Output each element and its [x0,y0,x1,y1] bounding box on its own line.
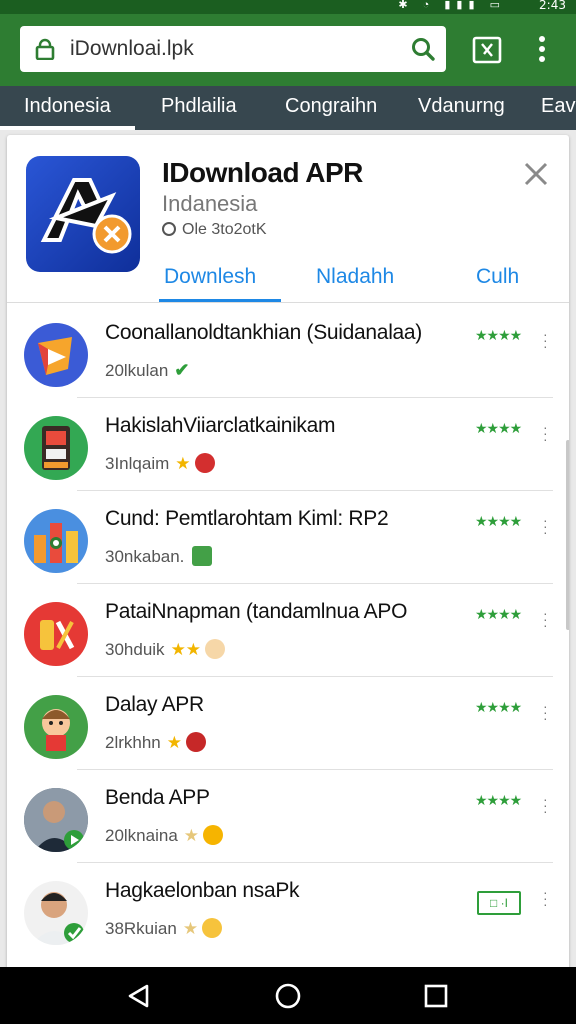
list-item-title: Cund: Pemtlarohtam Kiml: RP2 [105,507,389,530]
tab-vdanurng[interactable]: Vdanurng [418,95,505,118]
open-app-button[interactable]: □ ·I [477,891,521,915]
item-more-icon[interactable]: · · · [543,327,548,353]
tab-culh[interactable]: Culh [476,265,519,289]
item-more-icon[interactable]: · · · [543,420,548,446]
list-item-meta: 38Rkuian ★ [105,918,223,939]
play-store-app-icon [24,323,88,387]
list-item-size: 30nkaban. [105,547,185,566]
item-more-icon[interactable]: · · · [543,513,548,539]
list-item-meta: 30nkaban. [105,546,213,567]
country-tabs: Indonesia Phdlailia Congraihn Vdanurng E… [0,86,576,130]
face-badge-icon [205,639,226,659]
list-item-meta: 20lknaina ★ [105,825,224,846]
tab-download[interactable]: Downlesh [164,265,256,289]
ghost-badge-icon [194,453,215,473]
tab-indonesia[interactable]: Indonesia [24,95,111,118]
no-sign-game-icon [24,602,88,666]
status-icons: ✱ ◔ ▮▮▮ ▭ [398,0,506,11]
list-item-title: Benda APP [105,786,210,809]
list-item[interactable]: HakislahViiarclatkainikam 3Inlqaim ★ ★★★★… [7,398,553,491]
app-card: IDownload APR Indanesia Ole 3to2otK Down… [7,135,569,970]
tab-switcher-icon[interactable] [472,36,502,64]
list-item-meta: 20lkulan ✔ [105,360,189,381]
star-icon: ★ [175,454,191,473]
list-item-size: 20lkulan [105,361,169,380]
list-item-title: HakislahViiarclatkainikam [105,414,336,437]
idownload-app-icon [26,156,140,272]
app-country: Indanesia [162,191,258,216]
list-item-title: Hagkaelonban nsaPk [105,879,300,902]
rating-stars: ★★★★ [475,327,522,343]
list-item-title: Coonallanoldtankhian (Suidanalaa) [105,321,423,344]
list-item[interactable]: Coonallanoldtankhian (Suidanalaa) 20lkul… [7,305,553,398]
list-item[interactable]: Cund: Pemtlarohtam Kiml: RP2 30nkaban. ★… [7,491,553,584]
list-item-size: 20lknaina [105,826,178,845]
status-bar: ✱ ◔ ▮▮▮ ▭ 2:43 [0,0,576,14]
arcade-machine-icon [24,416,88,480]
copyright-icon [162,222,176,236]
home-icon[interactable] [274,982,302,1010]
tab-congraihn[interactable]: Congraihn [285,95,377,118]
list-item-meta: 2lrkhhn ★ [105,732,207,753]
emoji-badge-icon [203,825,224,845]
emoji-badge-icon [202,918,223,938]
ghost-badge-icon [186,732,207,752]
close-icon[interactable] [523,161,549,187]
list-item[interactable]: PataiNnapman (tandamlnua APO 30hduik ★★ ★… [7,584,553,677]
item-more-icon[interactable]: · · · [543,699,548,725]
app-meta: Ole 3to2otK [162,221,267,239]
star-icon: ★★ [170,640,202,659]
tab-phdlailia[interactable]: Phdlailia [161,95,237,118]
app-title: IDownload APR [162,157,363,188]
app-meta-text: Ole 3to2otK [182,221,267,238]
active-tab-indicator [0,126,135,130]
star-icon: ★ [182,919,199,938]
man-photo-icon [24,788,88,852]
rating-stars: ★★★★ [475,699,522,715]
divider [7,302,569,303]
list-item-meta: 30hduik ★★ [105,639,226,660]
rating-stars: ★★★★ [475,513,522,529]
tab-eav[interactable]: Eav [541,95,575,118]
verified-check-icon: ✔ [174,360,190,380]
item-more-icon[interactable]: · · · [543,606,548,632]
item-more-icon[interactable]: · · · [543,885,548,911]
lock-icon [35,38,55,60]
green-tile-badge-icon [192,546,213,566]
rating-stars: ★★★★ [475,606,522,622]
url-bar[interactable]: iDownloai.lpk [20,26,446,72]
list-item[interactable]: Hagkaelonban nsaPk 38Rkuian ★ □ ·I · · · [7,863,553,956]
more-vert-icon[interactable] [528,34,556,66]
status-time: 2:43 [539,0,566,12]
star-icon: ★ [183,826,200,845]
scrollbar[interactable] [566,440,569,630]
rating-stars: ★★★★ [475,792,522,808]
cartoon-kid-icon [24,695,88,759]
list-item-size: 30hduik [105,640,165,659]
list-item-size: 3Inlqaim [105,454,170,473]
recents-icon[interactable] [422,982,450,1010]
system-nav-bar [0,967,576,1024]
castle-game-icon [24,509,88,573]
list-item-meta: 3Inlqaim ★ [105,453,215,474]
list-item-size: 38Rkuian [105,919,177,938]
rating-stars: ★★★★ [475,420,522,436]
browser-toolbar: iDownloai.lpk [0,14,576,86]
tab-nladahh[interactable]: Nladahh [316,265,394,289]
back-icon[interactable] [125,982,153,1010]
star-icon: ★ [166,733,183,752]
search-icon[interactable] [410,36,436,62]
item-more-icon[interactable]: · · · [543,792,548,818]
list-item[interactable]: Benda APP 20lknaina ★ ★★★★ · · · [7,770,553,863]
smiling-man-icon [24,881,88,945]
url-text[interactable]: iDownloai.lpk [70,37,194,61]
list-item-size: 2lrkhhn [105,733,161,752]
list-item-title: PataiNnapman (tandamlnua APO [105,600,408,623]
list-item-title: Dalay APR [105,693,204,716]
list-item[interactable]: Dalay APR 2lrkhhn ★ ★★★★ · · · [7,677,553,770]
